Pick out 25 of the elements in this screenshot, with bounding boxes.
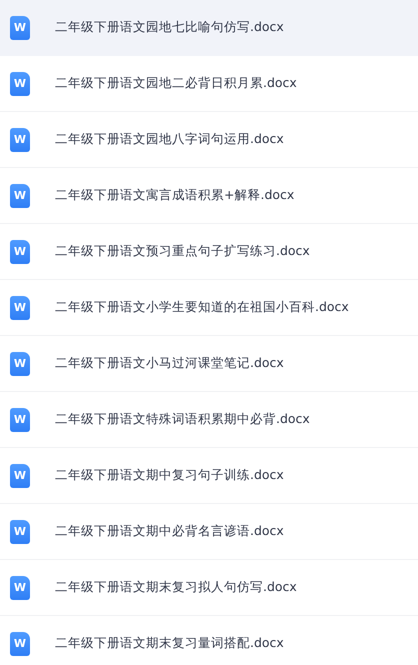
file-name: 二年级下册语文特殊词语积累期中必背.docx [55,411,310,428]
word-document-icon: W [10,240,30,264]
file-name: 二年级下册语文期末复习拟人句仿写.docx [55,579,297,596]
file-name: 二年级下册语文寓言成语积累+解释.docx [55,187,294,204]
word-document-icon: W [10,296,30,320]
file-name: 二年级下册语文期末复习量词搭配.docx [55,635,284,652]
word-document-icon: W [10,352,30,376]
word-document-icon: W [10,632,30,656]
word-document-icon: W [10,184,30,208]
file-name: 二年级下册语文园地八字词句运用.docx [55,131,284,148]
file-name: 二年级下册语文小学生要知道的在祖国小百科.docx [55,299,349,316]
word-document-icon: W [10,128,30,152]
file-row[interactable]: W 二年级下册语文园地七比喻句仿写.docx [0,0,418,56]
file-name: 二年级下册语文园地二必背日积月累.docx [55,75,297,92]
word-document-icon: W [10,464,30,488]
file-name: 二年级下册语文期中复习句子训练.docx [55,467,284,484]
word-document-icon: W [10,408,30,432]
file-name: 二年级下册语文期中必背名言谚语.docx [55,523,284,540]
word-document-icon: W [10,72,30,96]
file-name: 二年级下册语文园地七比喻句仿写.docx [55,19,284,36]
word-document-icon: W [10,16,30,40]
word-document-icon: W [10,520,30,544]
file-name: 二年级下册语文预习重点句子扩写练习.docx [55,243,310,260]
word-document-icon: W [10,576,30,600]
file-name: 二年级下册语文小马过河课堂笔记.docx [55,355,284,372]
